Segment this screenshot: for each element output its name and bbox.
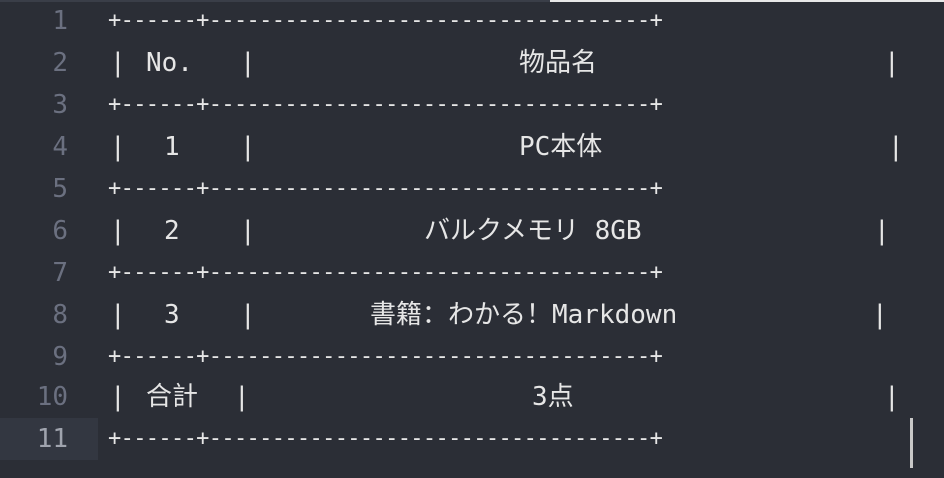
table-cell-no: 2: [164, 216, 180, 246]
editor-line-9[interactable]: 9 +------+------------------------------…: [0, 336, 944, 378]
editor-line-7[interactable]: 7 +------+------------------------------…: [0, 252, 944, 294]
line-number: 7: [52, 258, 68, 288]
line-number: 8: [52, 300, 68, 330]
editor-line-8[interactable]: 8 | 3 | 書籍：わかる！Markdown |: [0, 294, 944, 336]
line-number: 6: [52, 216, 68, 246]
table-cell-total-value: 3点: [532, 382, 574, 412]
table-pipe: |: [888, 132, 904, 162]
line-number: 5: [52, 174, 68, 204]
table-pipe: |: [884, 48, 900, 78]
table-pipe: |: [110, 300, 126, 330]
editor-line-6[interactable]: 6 | 2 | バルクメモリ 8GB |: [0, 210, 944, 252]
table-pipe: |: [110, 382, 126, 412]
table-pipe: |: [240, 216, 256, 246]
text-cursor: [910, 418, 913, 468]
line-number: 4: [52, 132, 68, 162]
editor-line-3[interactable]: 3 +------+------------------------------…: [0, 84, 944, 126]
table-cell-item-name: PC本体: [519, 132, 603, 162]
table-cell-total-label: 合計: [146, 382, 199, 412]
table-pipe: |: [110, 132, 126, 162]
table-cell-item-name: 書籍：わかる！Markdown: [370, 300, 678, 330]
table-border-line: +------+--------------------------------…: [108, 344, 663, 369]
table-border-line: +------+--------------------------------…: [108, 260, 663, 285]
editor-line-4[interactable]: 4 | 1 | PC本体 |: [0, 126, 944, 168]
table-cell-item-name: バルクメモリ 8GB: [424, 216, 642, 246]
line-number: 3: [52, 90, 68, 120]
table-pipe: |: [872, 300, 888, 330]
editor-line-2[interactable]: 2 | No. | 物品名 |: [0, 42, 944, 84]
table-header-item-name: 物品名: [519, 48, 598, 78]
table-border-line: +------+--------------------------------…: [108, 8, 663, 33]
table-border-line: +------+--------------------------------…: [108, 92, 663, 117]
table-pipe: |: [884, 382, 900, 412]
line-number: 1: [52, 6, 68, 36]
table-pipe: |: [234, 382, 250, 412]
table-pipe: |: [110, 216, 126, 246]
line-number: 2: [52, 48, 68, 78]
table-border-line: +------+--------------------------------…: [108, 426, 663, 451]
line-number: 9: [52, 342, 68, 372]
line-number: 10: [36, 382, 68, 412]
editor-line-1[interactable]: 1 +------+------------------------------…: [0, 0, 944, 42]
table-cell-no: 3: [164, 300, 180, 330]
table-border-line: +------+--------------------------------…: [108, 176, 663, 201]
editor-line-11[interactable]: 11 +------+-----------------------------…: [0, 418, 944, 460]
editor-line-5[interactable]: 5 +------+------------------------------…: [0, 168, 944, 210]
text-editor[interactable]: 1 +------+------------------------------…: [0, 0, 944, 478]
table-pipe: |: [874, 216, 890, 246]
line-number: 11: [36, 424, 68, 454]
table-cell-no: 1: [164, 132, 180, 162]
table-pipe: |: [110, 48, 126, 78]
table-header-no: No.: [146, 48, 193, 78]
table-pipe: |: [240, 48, 256, 78]
table-pipe: |: [240, 132, 256, 162]
editor-line-10[interactable]: 10 | 合計 | 3点 |: [0, 376, 944, 418]
table-pipe: |: [240, 300, 256, 330]
